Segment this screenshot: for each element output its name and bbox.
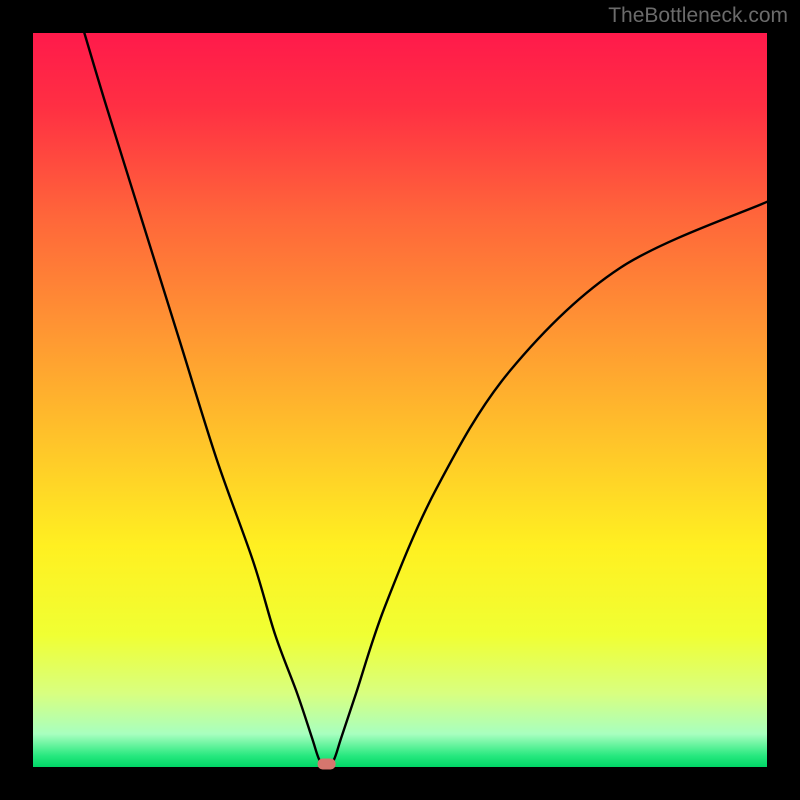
- chart-frame: TheBottleneck.com: [0, 0, 800, 800]
- bottleneck-chart: [0, 0, 800, 800]
- plot-background: [33, 33, 767, 767]
- optimum-marker: [318, 759, 336, 770]
- watermark-text: TheBottleneck.com: [608, 4, 788, 28]
